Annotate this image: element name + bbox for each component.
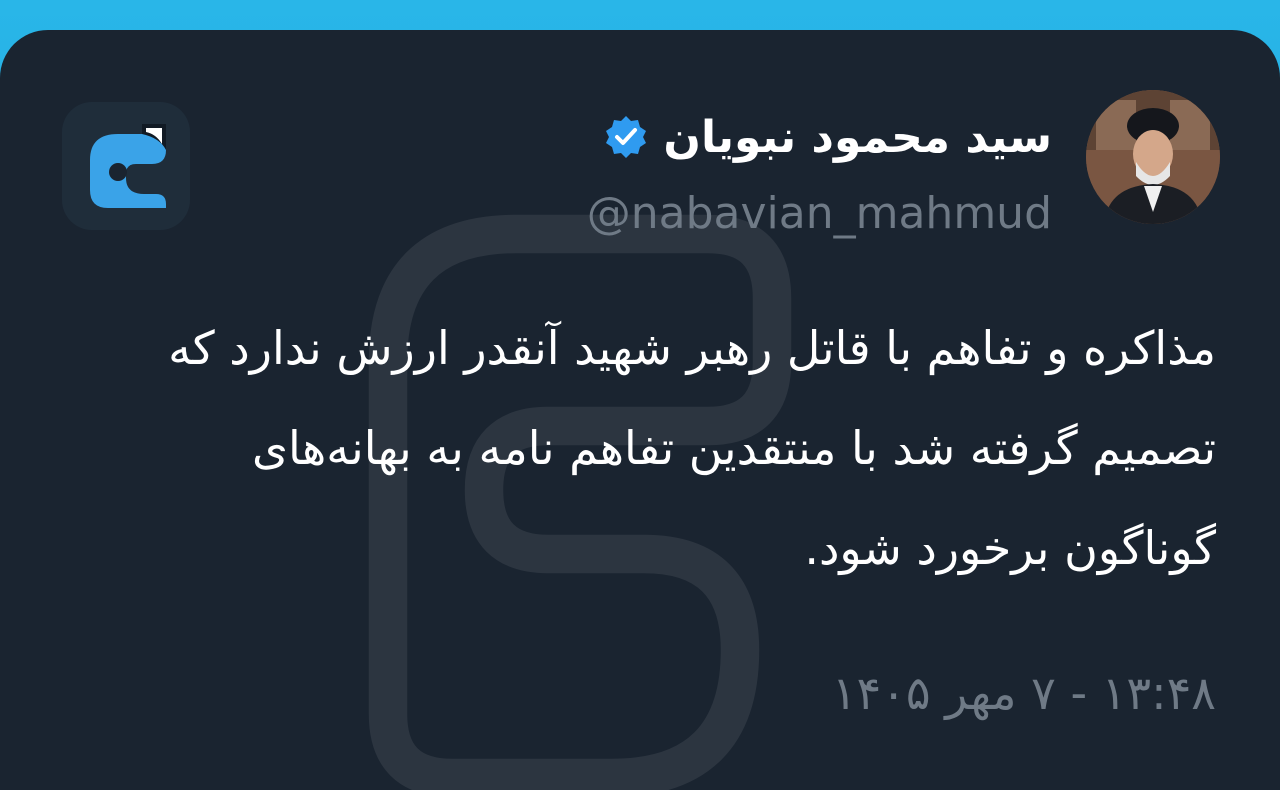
author-name-row: سید محمود نبویان xyxy=(603,102,1052,172)
tweet-timestamp[interactable]: ۱۳:۴۸ - ۷ مهر ۱۴۰۵ xyxy=(832,666,1216,720)
app-logo xyxy=(62,102,190,230)
app-logo-icon xyxy=(90,124,166,208)
tweet-card: سید محمود نبویان @nabavian_mahmud مذاکره… xyxy=(0,30,1280,790)
tweet-text: مذاکره و تفاهم با قاتل رهبر شهید آنقدر ا… xyxy=(168,321,1216,575)
author-handle[interactable]: @nabavian_mahmud xyxy=(587,188,1052,239)
author-display-name[interactable]: سید محمود نبویان xyxy=(663,112,1052,163)
verified-badge-icon xyxy=(606,116,647,158)
profile-photo-icon xyxy=(1086,90,1220,224)
avatar[interactable] xyxy=(1086,90,1220,224)
